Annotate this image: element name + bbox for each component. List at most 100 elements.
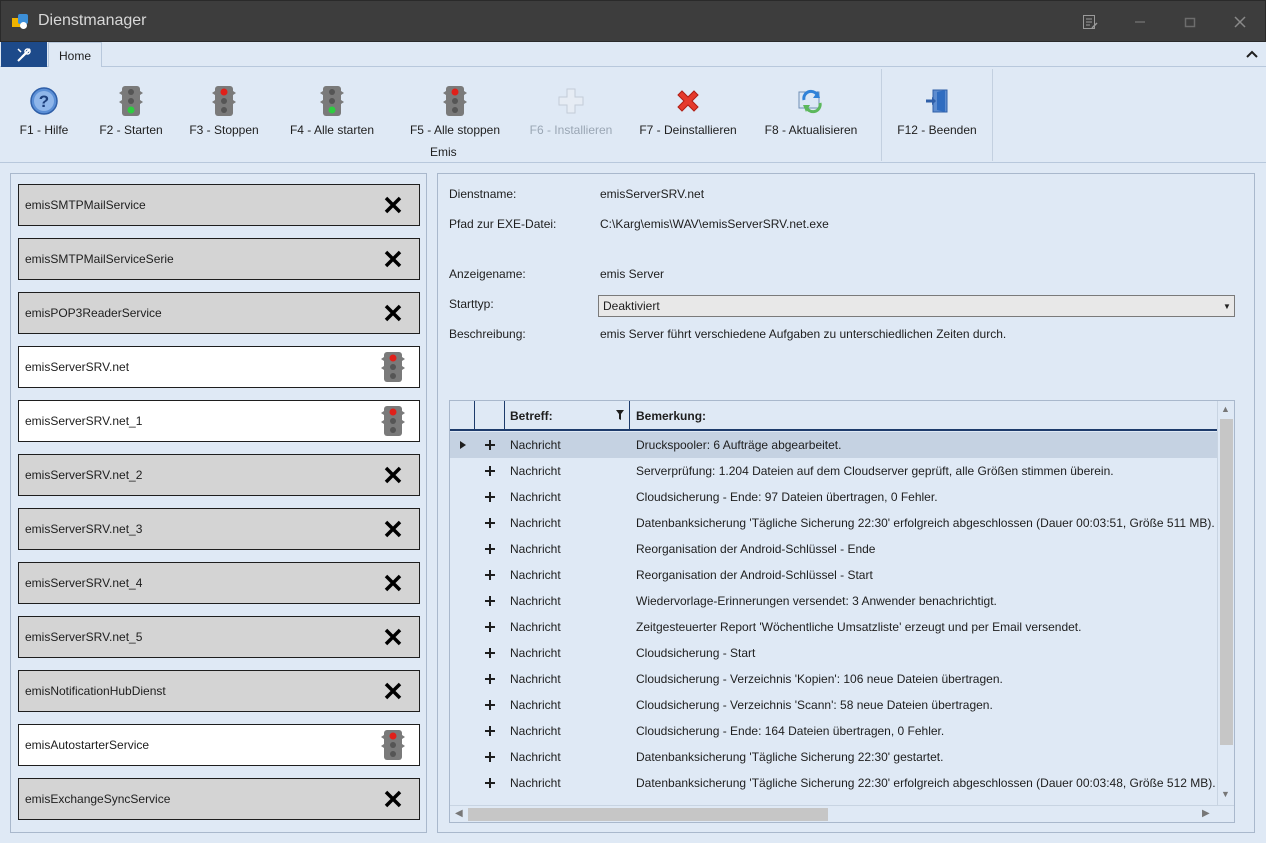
help-button[interactable]: ? F1 - Hilfe <box>18 85 70 145</box>
collapse-ribbon-button[interactable] <box>1246 48 1258 62</box>
grid-row[interactable]: Nachricht Druckspooler: 6 Aufträge abgear… <box>450 432 1218 458</box>
stop-button[interactable]: F3 - Stoppen <box>189 85 259 145</box>
column-header-bemerkung[interactable]: Bemerkung: <box>630 401 1218 431</box>
grid-row[interactable]: Nachricht Wiedervorlage-Erinnerungen vers… <box>450 588 1218 614</box>
expand-row-button[interactable] <box>475 666 505 692</box>
row-indicator <box>450 666 475 692</box>
exit-button[interactable]: F12 - Beenden <box>897 85 977 145</box>
refresh-button[interactable]: F8 - Aktualisieren <box>764 85 858 145</box>
row-indicator <box>450 614 475 640</box>
start-all-button[interactable]: F4 - Alle starten <box>289 85 375 145</box>
service-status-icon <box>373 239 413 279</box>
service-item[interactable]: emisSMTPMailServiceSerie <box>18 238 420 280</box>
scroll-right-icon[interactable]: ▶ <box>1202 808 1210 819</box>
scroll-left-icon[interactable]: ◀ <box>455 808 463 819</box>
filter-icon[interactable] <box>616 410 624 423</box>
service-item[interactable]: emisExchangeSyncService <box>18 778 420 820</box>
row-indicator <box>450 562 475 588</box>
pfad-label: Pfad zur EXE-Datei: <box>449 217 557 231</box>
uninstall-button[interactable]: F7 - Deinstallieren <box>639 85 737 145</box>
expand-row-button[interactable] <box>475 562 505 588</box>
expand-row-button[interactable] <box>475 692 505 718</box>
grid-row[interactable]: Nachricht Cloudsicherung - Verzeichnis 'S… <box>450 692 1218 718</box>
beschreibung-value: emis Server führt verschiedene Aufgaben … <box>600 327 1007 341</box>
grid-row[interactable]: Nachricht Cloudsicherung - Start <box>450 640 1218 666</box>
grid-row[interactable]: Nachricht Datenbanksicherung 'Tägliche Si… <box>450 744 1218 770</box>
window-title: Dienstmanager <box>38 12 147 29</box>
service-name: emisNotificationHubDienst <box>25 684 166 698</box>
expand-row-button[interactable] <box>475 614 505 640</box>
service-item[interactable]: emisNotificationHubDienst <box>18 670 420 712</box>
service-item[interactable]: emisServerSRV.net <box>18 346 420 388</box>
traffic-light-green-icon <box>119 86 143 116</box>
expand-row-button[interactable] <box>475 458 505 484</box>
column-header-betreff[interactable]: Betreff: <box>505 401 630 431</box>
traffic-light-red-icon <box>443 86 467 116</box>
plus-icon <box>485 544 495 554</box>
grid-row[interactable]: Nachricht Zeitgesteuerter Report 'Wöchent… <box>450 614 1218 640</box>
expand-row-button[interactable] <box>475 640 505 666</box>
expand-row-button[interactable] <box>475 588 505 614</box>
ribbon-tab-row: Home <box>0 42 1266 68</box>
expand-row-button[interactable] <box>475 510 505 536</box>
starttyp-label: Starttyp: <box>449 297 494 311</box>
expand-row-button[interactable] <box>475 432 505 458</box>
plus-icon <box>485 492 495 502</box>
stop-all-button[interactable]: F5 - Alle stoppen <box>409 85 501 145</box>
cell-bemerkung: Zeitgesteuerter Report 'Wöchentliche Ums… <box>636 620 1082 634</box>
expand-row-button[interactable] <box>475 770 505 796</box>
cell-bemerkung: Wiedervorlage-Erinnerungen versendet: 3 … <box>636 594 997 608</box>
help-icon: ? <box>30 87 58 115</box>
grid-row[interactable]: Nachricht Reorganisation der Android-Schl… <box>450 536 1218 562</box>
horizontal-scroll-thumb[interactable] <box>468 808 828 821</box>
plus-icon <box>485 518 495 528</box>
service-item[interactable]: emisServerSRV.net_2 <box>18 454 420 496</box>
cell-bemerkung: Datenbanksicherung 'Tägliche Sicherung 2… <box>636 516 1215 530</box>
service-item[interactable]: emisServerSRV.net_1 <box>18 400 420 442</box>
expand-row-button[interactable] <box>475 744 505 770</box>
cell-betreff: Nachricht <box>510 698 561 712</box>
grid-row[interactable]: Nachricht Cloudsicherung - Verzeichnis 'K… <box>450 666 1218 692</box>
current-row-icon <box>459 441 466 449</box>
install-button[interactable]: F6 - Installieren <box>528 85 614 145</box>
service-item[interactable]: emisAutostarterService <box>18 724 420 766</box>
service-item[interactable]: emisServerSRV.net_3 <box>18 508 420 550</box>
grid-row[interactable]: Nachricht Datenbanksicherung 'Tägliche Si… <box>450 510 1218 536</box>
vertical-scrollbar[interactable]: ▲ ▼ <box>1217 401 1234 805</box>
row-indicator <box>450 510 475 536</box>
expand-row-button[interactable] <box>475 718 505 744</box>
service-item[interactable]: emisPOP3ReaderService <box>18 292 420 334</box>
close-button[interactable] <box>1215 1 1265 43</box>
anzeigename-value: emis Server <box>600 267 665 281</box>
scroll-down-icon[interactable]: ▼ <box>1221 789 1230 799</box>
service-details-panel: Dienstname: emisServerSRV.net Pfad zur E… <box>437 173 1255 833</box>
service-item[interactable]: emisServerSRV.net_5 <box>18 616 420 658</box>
scroll-up-icon[interactable]: ▲ <box>1221 404 1230 414</box>
plus-icon <box>485 440 495 450</box>
start-button[interactable]: F2 - Starten <box>99 85 163 145</box>
cell-betreff: Nachricht <box>510 438 561 452</box>
service-item[interactable]: emisServerSRV.net_4 <box>18 562 420 604</box>
cell-bemerkung: Datenbanksicherung 'Tägliche Sicherung 2… <box>636 750 944 764</box>
service-name: emisExchangeSyncService <box>25 792 171 806</box>
horizontal-scrollbar[interactable]: ◀ ▶ <box>450 805 1234 822</box>
grid-row[interactable]: Nachricht Datenbanksicherung 'Tägliche Si… <box>450 770 1218 796</box>
maximize-icon <box>1184 17 1196 28</box>
vertical-scroll-thumb[interactable] <box>1220 419 1233 745</box>
grid-row[interactable]: Nachricht Serverprüfung: 1.204 Dateien au… <box>450 458 1218 484</box>
tab-home[interactable]: Home <box>48 42 102 68</box>
row-indicator <box>450 536 475 562</box>
minimize-button[interactable] <box>1115 1 1165 43</box>
maximize-button[interactable] <box>1165 1 1215 43</box>
grid-row[interactable]: Nachricht Cloudsicherung - Ende: 97 Datei… <box>450 484 1218 510</box>
file-tab[interactable] <box>1 42 47 67</box>
grid-row[interactable]: Nachricht Reorganisation der Android-Schl… <box>450 562 1218 588</box>
starttyp-select[interactable]: Deaktiviert ▼ <box>598 295 1235 317</box>
expand-row-button[interactable] <box>475 484 505 510</box>
notes-button[interactable] <box>1065 1 1115 43</box>
row-indicator <box>450 770 475 796</box>
expand-row-button[interactable] <box>475 536 505 562</box>
cell-betreff: Nachricht <box>510 724 561 738</box>
grid-row[interactable]: Nachricht Cloudsicherung - Ende: 164 Date… <box>450 718 1218 744</box>
service-item[interactable]: emisSMTPMailService <box>18 184 420 226</box>
